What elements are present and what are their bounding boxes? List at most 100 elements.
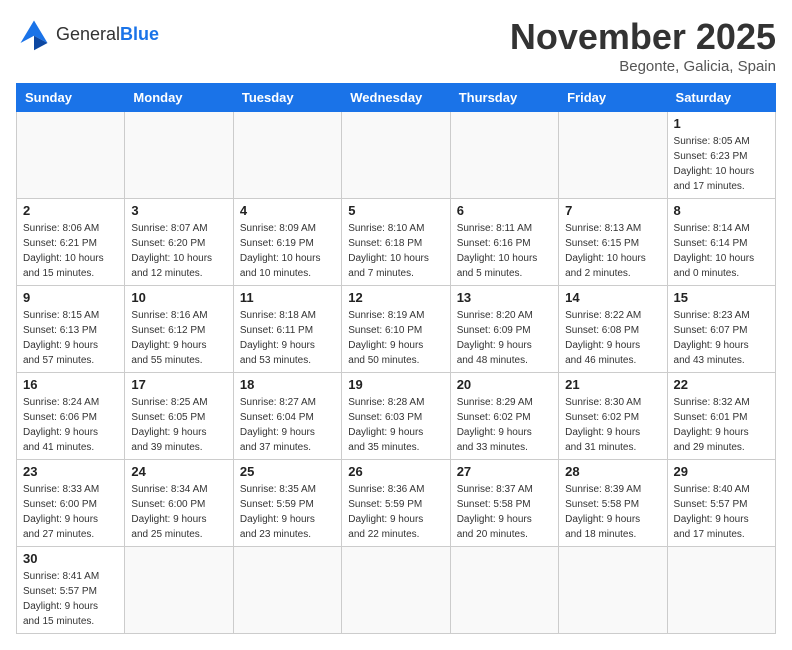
calendar-cell: 3Sunrise: 8:07 AM Sunset: 6:20 PM Daylig… (125, 199, 233, 286)
day-info: Sunrise: 8:22 AM Sunset: 6:08 PM Dayligh… (565, 308, 660, 368)
day-number: 29 (674, 464, 769, 479)
day-number: 26 (348, 464, 443, 479)
day-info: Sunrise: 8:39 AM Sunset: 5:58 PM Dayligh… (565, 482, 660, 542)
day-number: 30 (23, 551, 118, 566)
day-number: 23 (23, 464, 118, 479)
day-info: Sunrise: 8:09 AM Sunset: 6:19 PM Dayligh… (240, 221, 335, 281)
day-number: 24 (131, 464, 226, 479)
day-number: 18 (240, 377, 335, 392)
calendar-cell (125, 547, 233, 634)
day-number: 4 (240, 203, 335, 218)
day-number: 17 (131, 377, 226, 392)
title-area: November 2025 Begonte, Galicia, Spain (510, 16, 776, 75)
day-number: 6 (457, 203, 552, 218)
month-title: November 2025 (510, 16, 776, 58)
calendar-cell: 7 Sunrise: 8:13 AM Sunset: 6:15 PM Daylig… (559, 199, 667, 286)
day-number: 28 (565, 464, 660, 479)
day-number: 10 (131, 290, 226, 305)
col-header-monday: Monday (125, 84, 233, 112)
day-number: 11 (240, 290, 335, 305)
day-info: Sunrise: 8:11 AM Sunset: 6:16 PM Dayligh… (457, 221, 552, 281)
day-number: 25 (240, 464, 335, 479)
calendar-cell: 26 Sunrise: 8:36 AM Sunset: 5:59 PM Dayli… (342, 460, 450, 547)
calendar-cell: 9 Sunrise: 8:15 AM Sunset: 6:13 PM Daylig… (17, 286, 125, 373)
calendar-cell: 27 Sunrise: 8:37 AM Sunset: 5:58 PM Dayli… (450, 460, 558, 547)
day-number: 16 (23, 377, 118, 392)
day-info: Sunrise: 8:35 AM Sunset: 5:59 PM Dayligh… (240, 482, 335, 542)
calendar-cell: 23 Sunrise: 8:33 AM Sunset: 6:00 PM Dayli… (17, 460, 125, 547)
day-info: Sunrise: 8:34 AM Sunset: 6:00 PM Dayligh… (131, 482, 226, 542)
day-info: Sunrise: 8:41 AM Sunset: 5:57 PM Dayligh… (23, 569, 118, 629)
calendar-week-row: 30 Sunrise: 8:41 AM Sunset: 5:57 PM Dayli… (17, 547, 776, 634)
day-info: Sunrise: 8:06 AM Sunset: 6:21 PM Dayligh… (23, 221, 118, 281)
calendar-week-row: 1Sunrise: 8:05 AM Sunset: 6:23 PM Daylig… (17, 112, 776, 199)
calendar-cell: 29 Sunrise: 8:40 AM Sunset: 5:57 PM Dayli… (667, 460, 775, 547)
day-number: 14 (565, 290, 660, 305)
calendar-week-row: 2 Sunrise: 8:06 AM Sunset: 6:21 PM Daylig… (17, 199, 776, 286)
calendar-header-row: SundayMondayTuesdayWednesdayThursdayFrid… (17, 84, 776, 112)
day-number: 13 (457, 290, 552, 305)
day-info: Sunrise: 8:33 AM Sunset: 6:00 PM Dayligh… (23, 482, 118, 542)
day-info: Sunrise: 8:19 AM Sunset: 6:10 PM Dayligh… (348, 308, 443, 368)
calendar-table: SundayMondayTuesdayWednesdayThursdayFrid… (16, 83, 776, 634)
calendar-cell: 4 Sunrise: 8:09 AM Sunset: 6:19 PM Daylig… (233, 199, 341, 286)
calendar-cell: 18Sunrise: 8:27 AM Sunset: 6:04 PM Dayli… (233, 373, 341, 460)
day-info: Sunrise: 8:28 AM Sunset: 6:03 PM Dayligh… (348, 395, 443, 455)
calendar-week-row: 9 Sunrise: 8:15 AM Sunset: 6:13 PM Daylig… (17, 286, 776, 373)
day-info: Sunrise: 8:25 AM Sunset: 6:05 PM Dayligh… (131, 395, 226, 455)
day-info: Sunrise: 8:07 AM Sunset: 6:20 PM Dayligh… (131, 221, 226, 281)
day-number: 2 (23, 203, 118, 218)
col-header-thursday: Thursday (450, 84, 558, 112)
calendar-cell (17, 112, 125, 199)
day-info: Sunrise: 8:24 AM Sunset: 6:06 PM Dayligh… (23, 395, 118, 455)
day-number: 20 (457, 377, 552, 392)
day-info: Sunrise: 8:23 AM Sunset: 6:07 PM Dayligh… (674, 308, 769, 368)
col-header-wednesday: Wednesday (342, 84, 450, 112)
calendar-cell: 8 Sunrise: 8:14 AM Sunset: 6:14 PM Daylig… (667, 199, 775, 286)
day-number: 27 (457, 464, 552, 479)
calendar-cell: 17 Sunrise: 8:25 AM Sunset: 6:05 PM Dayli… (125, 373, 233, 460)
calendar-cell: 19 Sunrise: 8:28 AM Sunset: 6:03 PM Dayli… (342, 373, 450, 460)
calendar-cell (233, 547, 341, 634)
col-header-saturday: Saturday (667, 84, 775, 112)
day-info: Sunrise: 8:32 AM Sunset: 6:01 PM Dayligh… (674, 395, 769, 455)
day-number: 19 (348, 377, 443, 392)
calendar-week-row: 16 Sunrise: 8:24 AM Sunset: 6:06 PM Dayli… (17, 373, 776, 460)
calendar-cell: 22 Sunrise: 8:32 AM Sunset: 6:01 PM Dayli… (667, 373, 775, 460)
calendar-cell (450, 547, 558, 634)
day-info: Sunrise: 8:13 AM Sunset: 6:15 PM Dayligh… (565, 221, 660, 281)
day-info: Sunrise: 8:15 AM Sunset: 6:13 PM Dayligh… (23, 308, 118, 368)
col-header-friday: Friday (559, 84, 667, 112)
calendar-cell: 10 Sunrise: 8:16 AM Sunset: 6:12 PM Dayli… (125, 286, 233, 373)
calendar-cell (342, 112, 450, 199)
calendar-cell: 14 Sunrise: 8:22 AM Sunset: 6:08 PM Dayli… (559, 286, 667, 373)
calendar-cell: 25 Sunrise: 8:35 AM Sunset: 5:59 PM Dayli… (233, 460, 341, 547)
calendar-cell: 12Sunrise: 8:19 AM Sunset: 6:10 PM Dayli… (342, 286, 450, 373)
logo-icon (16, 16, 52, 52)
day-info: Sunrise: 8:16 AM Sunset: 6:12 PM Dayligh… (131, 308, 226, 368)
day-info: Sunrise: 8:29 AM Sunset: 6:02 PM Dayligh… (457, 395, 552, 455)
calendar-cell: 16 Sunrise: 8:24 AM Sunset: 6:06 PM Dayli… (17, 373, 125, 460)
calendar-cell: 6 Sunrise: 8:11 AM Sunset: 6:16 PM Daylig… (450, 199, 558, 286)
calendar-cell: 15Sunrise: 8:23 AM Sunset: 6:07 PM Dayli… (667, 286, 775, 373)
calendar-cell: 24 Sunrise: 8:34 AM Sunset: 6:00 PM Dayli… (125, 460, 233, 547)
day-info: Sunrise: 8:14 AM Sunset: 6:14 PM Dayligh… (674, 221, 769, 281)
col-header-tuesday: Tuesday (233, 84, 341, 112)
calendar-cell: 2 Sunrise: 8:06 AM Sunset: 6:21 PM Daylig… (17, 199, 125, 286)
calendar-cell (559, 112, 667, 199)
calendar-cell (125, 112, 233, 199)
calendar-cell (233, 112, 341, 199)
calendar-cell (342, 547, 450, 634)
calendar-cell: 28 Sunrise: 8:39 AM Sunset: 5:58 PM Dayli… (559, 460, 667, 547)
day-info: Sunrise: 8:36 AM Sunset: 5:59 PM Dayligh… (348, 482, 443, 542)
logo-text: GeneralBlue (56, 24, 159, 45)
day-number: 7 (565, 203, 660, 218)
day-info: Sunrise: 8:37 AM Sunset: 5:58 PM Dayligh… (457, 482, 552, 542)
day-number: 8 (674, 203, 769, 218)
day-info: Sunrise: 8:40 AM Sunset: 5:57 PM Dayligh… (674, 482, 769, 542)
calendar-week-row: 23 Sunrise: 8:33 AM Sunset: 6:00 PM Dayli… (17, 460, 776, 547)
day-number: 9 (23, 290, 118, 305)
location: Begonte, Galicia, Spain (510, 58, 776, 75)
day-info: Sunrise: 8:05 AM Sunset: 6:23 PM Dayligh… (674, 134, 769, 194)
day-number: 22 (674, 377, 769, 392)
